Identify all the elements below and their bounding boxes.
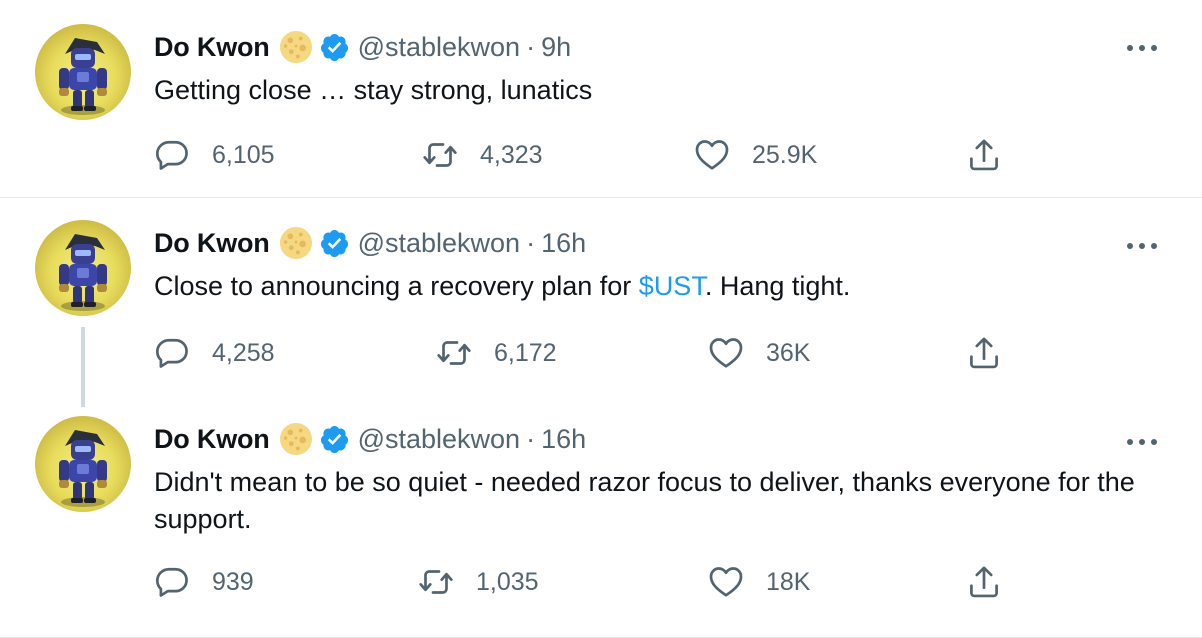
avatar[interactable] — [35, 220, 131, 316]
retweet-count: 4,323 — [480, 140, 543, 169]
reply-icon — [154, 564, 190, 600]
retweet-icon — [436, 335, 472, 371]
tweet-text: Didn't mean to be so quiet - needed razo… — [154, 467, 1135, 534]
separator-dot: · — [526, 31, 536, 62]
reply-count: 939 — [212, 567, 254, 596]
like-button[interactable]: 36K — [708, 333, 810, 373]
share-icon — [966, 564, 1002, 600]
retweet-icon — [422, 137, 458, 173]
avatar-image — [35, 220, 131, 316]
like-icon — [708, 564, 744, 600]
timestamp[interactable]: 16h — [541, 424, 586, 455]
share-button[interactable] — [966, 333, 1002, 373]
retweet-count: 1,035 — [476, 567, 539, 596]
more-options-icon — [1122, 236, 1162, 256]
tweet-text: Getting close … stay strong, lunatics — [154, 75, 593, 105]
verified-badge-icon — [319, 228, 350, 259]
display-name[interactable]: Do Kwon — [154, 424, 270, 455]
tweet-header: Do Kwon @stablekwon · 16h — [154, 226, 586, 260]
retweet-button[interactable]: 6,172 — [436, 333, 557, 373]
more-options-button[interactable] — [1122, 432, 1162, 452]
like-count: 18K — [766, 567, 811, 596]
like-count: 36K — [766, 338, 811, 367]
like-icon — [708, 335, 744, 371]
reply-icon — [154, 335, 190, 371]
reply-button[interactable]: 4,258 — [154, 333, 275, 373]
share-button[interactable] — [966, 562, 1002, 602]
share-icon — [966, 137, 1002, 173]
more-options-button[interactable] — [1122, 236, 1162, 256]
user-handle[interactable]: @stablekwon — [358, 424, 521, 455]
tweet-header: Do Kwon @stablekwon · 16h — [154, 422, 586, 456]
retweet-icon — [418, 564, 454, 600]
timestamp[interactable]: 16h — [541, 228, 586, 259]
like-count: 25.9K — [752, 140, 818, 169]
reply-count: 4,258 — [212, 338, 275, 367]
moon-emoji-icon — [279, 30, 313, 64]
more-options-icon — [1122, 38, 1162, 58]
tweet-header: Do Kwon @stablekwon · 9h — [154, 30, 571, 64]
avatar[interactable] — [35, 416, 131, 512]
retweet-button[interactable]: 1,035 — [418, 562, 539, 602]
tweet-text: Close to announcing a recovery plan for … — [154, 268, 1164, 305]
timestamp[interactable]: 9h — [541, 32, 571, 63]
separator-dot: · — [526, 423, 536, 454]
like-button[interactable]: 18K — [708, 562, 810, 602]
reply-button[interactable]: 939 — [154, 562, 254, 602]
user-handle[interactable]: @stablekwon — [358, 228, 521, 259]
cashtag-link[interactable]: $UST — [639, 271, 705, 301]
verified-badge-icon — [319, 424, 350, 455]
share-icon — [966, 335, 1002, 371]
tweet-3[interactable]: Do Kwon @stablekwon · 16h Didn't mean to… — [0, 394, 1202, 638]
retweet-button[interactable]: 4,323 — [422, 135, 543, 175]
avatar-image — [35, 24, 131, 120]
avatar-image — [35, 416, 131, 512]
like-icon — [694, 137, 730, 173]
moon-emoji-icon — [279, 422, 313, 456]
more-options-icon — [1122, 432, 1162, 452]
user-handle[interactable]: @stablekwon — [358, 32, 521, 63]
tweet-2[interactable]: Do Kwon @stablekwon · 16h Close to annou… — [0, 198, 1202, 394]
reply-count: 6,105 — [212, 140, 275, 169]
display-name[interactable]: Do Kwon — [154, 32, 270, 63]
reply-button[interactable]: 6,105 — [154, 135, 275, 175]
more-options-button[interactable] — [1122, 38, 1162, 58]
tweet-1[interactable]: Do Kwon @stablekwon · 9h Getting close …… — [0, 0, 1202, 198]
avatar[interactable] — [35, 24, 131, 120]
share-button[interactable] — [966, 135, 1002, 175]
tweet-text-after: . Hang tight. — [704, 271, 851, 301]
display-name[interactable]: Do Kwon — [154, 228, 270, 259]
verified-badge-icon — [319, 32, 350, 63]
like-button[interactable]: 25.9K — [694, 135, 817, 175]
retweet-count: 6,172 — [494, 338, 557, 367]
tweet-text-before: Close to announcing a recovery plan for — [154, 271, 639, 301]
reply-icon — [154, 137, 190, 173]
moon-emoji-icon — [279, 226, 313, 260]
separator-dot: · — [526, 227, 536, 258]
